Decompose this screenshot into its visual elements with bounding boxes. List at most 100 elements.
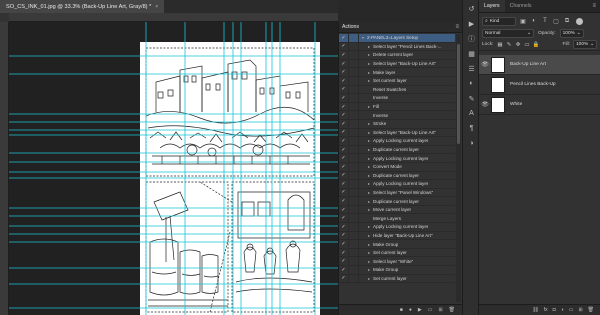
checkmark-icon[interactable]: ✓ xyxy=(339,112,348,118)
action-step-row[interactable]: ✓ ▸ Make layer xyxy=(339,68,455,77)
action-step-row[interactable]: ✓ ▸ Select layer "Panel Windows" xyxy=(339,188,455,198)
expand-icon[interactable]: ▸ xyxy=(365,242,373,247)
character-icon[interactable]: A xyxy=(464,107,479,120)
expand-icon[interactable]: ▸ xyxy=(365,276,373,281)
checkmark-icon[interactable]: ✓ xyxy=(339,198,348,204)
eye-icon[interactable]: 👁 xyxy=(479,61,491,68)
expand-icon[interactable]: ▸ xyxy=(365,147,373,152)
action-step-row[interactable]: ✓ Inverse xyxy=(339,111,455,120)
link-layers-icon[interactable]: ⛓ xyxy=(532,307,538,313)
info-icon[interactable]: ⓘ xyxy=(464,32,479,45)
lock-all-icon[interactable]: 🔒 xyxy=(532,41,540,48)
expand-icon[interactable]: ▸ xyxy=(365,207,373,212)
delete-icon[interactable]: 🗑 xyxy=(449,307,455,313)
expand-icon[interactable]: ▸ xyxy=(365,224,373,229)
expand-icon[interactable]: ▸ xyxy=(365,233,373,238)
checkmark-icon[interactable]: ✓ xyxy=(339,86,348,92)
dialog-toggle[interactable] xyxy=(348,248,359,257)
expand-icon[interactable]: ▸ xyxy=(365,199,373,204)
action-step-row[interactable]: ✓ ▸ Select layer "Back-Up Line Art" xyxy=(339,128,455,138)
action-step-row[interactable]: ✓ ▸ Duplicate current layer xyxy=(339,145,455,155)
checkmark-icon[interactable]: ✓ xyxy=(339,121,348,127)
delete-layer-icon[interactable]: 🗑 xyxy=(588,307,594,313)
action-step-row[interactable]: ✓ ▸ Delete current layer xyxy=(339,50,455,60)
layer-name[interactable]: Pencil Lines Back-Up xyxy=(510,82,556,87)
dialog-toggle[interactable] xyxy=(348,179,359,188)
action-step-row[interactable]: ✓ ▸ Make Group xyxy=(339,265,455,275)
actions-scrollbar-thumb[interactable] xyxy=(457,44,460,144)
action-step-row[interactable]: ✓ ▸ Fill xyxy=(339,102,455,112)
record-icon[interactable]: ● xyxy=(409,307,412,313)
lock-paint-icon[interactable]: ✎ xyxy=(505,41,512,48)
checkmark-icon[interactable]: ✓ xyxy=(339,215,348,221)
dialog-toggle[interactable] xyxy=(348,42,359,51)
expand-icon[interactable]: ▸ xyxy=(365,44,373,49)
checkmark-icon[interactable]: ✓ xyxy=(339,104,348,110)
checkmark-icon[interactable]: ✓ xyxy=(339,43,348,49)
fill-field[interactable]: 100% ⌄ xyxy=(573,40,597,49)
dialog-toggle[interactable] xyxy=(348,33,359,42)
shape-filter-icon[interactable]: ▢ xyxy=(551,17,561,26)
action-step-row[interactable]: ✓ ▸ Select layer "White" xyxy=(339,257,455,267)
new-layer-icon[interactable]: ⊞ xyxy=(578,307,582,313)
paragraph-icon[interactable]: ¶ xyxy=(464,122,479,135)
expand-icon[interactable]: ▸ xyxy=(365,190,373,195)
expand-icon[interactable]: ▸ xyxy=(365,121,373,126)
checkmark-icon[interactable]: ✓ xyxy=(339,155,348,161)
dialog-toggle[interactable] xyxy=(348,111,359,120)
expand-icon[interactable]: ▸ xyxy=(365,181,373,186)
checkmark-icon[interactable]: ✓ xyxy=(339,35,348,41)
adjustments-icon[interactable]: ◑ xyxy=(464,137,479,150)
action-step-row[interactable]: ✓ ▸ Select layer "Pencil Lines Back-... xyxy=(339,42,455,52)
layer-row[interactable]: 👁 Pencil Lines Back-Up xyxy=(479,75,600,95)
action-step-row[interactable]: ✓ ▸ Hide layer "Back-Up Line Art" xyxy=(339,231,455,241)
checkmark-icon[interactable]: ✓ xyxy=(339,275,348,281)
dialog-toggle[interactable] xyxy=(348,136,359,145)
expand-icon[interactable]: ▸ xyxy=(365,156,373,161)
checkmark-icon[interactable]: ✓ xyxy=(339,52,348,58)
action-step-row[interactable]: ✓ ▸ Apply Locking current layer xyxy=(339,136,455,146)
smart-object-filter-icon[interactable]: ⧉ xyxy=(562,17,572,26)
action-step-row[interactable]: ✓ ▸ Set current layer xyxy=(339,76,455,86)
dialog-toggle[interactable] xyxy=(348,128,359,137)
document-tab[interactable]: SO_CS_INK_01.jpg @ 33.3% (Back-Up Line A… xyxy=(0,0,165,13)
action-step-row[interactable]: ✓ ▸ Make Group xyxy=(339,240,455,249)
checkmark-icon[interactable]: ✓ xyxy=(339,61,348,67)
filter-toggle[interactable] xyxy=(576,17,583,25)
mask-icon[interactable]: ◘ xyxy=(553,307,556,313)
action-step-row[interactable]: ✓ ▸ Set current layer xyxy=(339,274,455,284)
checkmark-icon[interactable]: ✓ xyxy=(339,258,348,264)
blend-mode-select[interactable]: Normal ⌄ xyxy=(482,28,534,38)
new-group-icon[interactable]: ▭ xyxy=(569,307,574,313)
new-action-icon[interactable]: ⊞ xyxy=(438,307,442,313)
dialog-toggle[interactable] xyxy=(348,59,359,68)
panel-menu-icon[interactable]: ≡ xyxy=(455,24,459,30)
checkmark-icon[interactable]: ✓ xyxy=(339,129,348,135)
expand-icon[interactable]: ▸ xyxy=(365,61,373,66)
action-step-row[interactable]: ✓ ▸ Set current layer xyxy=(339,248,455,258)
layer-row[interactable]: 👁 Back-Up Line Art xyxy=(479,55,600,75)
dialog-toggle[interactable] xyxy=(348,102,359,111)
layer-name[interactable]: Back-Up Line Art xyxy=(510,62,546,67)
color-icon[interactable]: ◐ xyxy=(464,77,479,90)
dialog-toggle[interactable] xyxy=(348,197,359,206)
tab-channels[interactable]: Channels xyxy=(505,0,537,12)
expand-icon[interactable]: ▸ xyxy=(365,52,373,57)
adjustment-layer-icon[interactable]: ◑ xyxy=(561,307,564,313)
horizontal-ruler[interactable] xyxy=(9,13,338,22)
action-step-row[interactable]: ✓ ▸ Apply Locking current layer xyxy=(339,179,455,189)
action-step-row[interactable]: ✓ ▸ Apply Locking current layer xyxy=(339,154,455,163)
dialog-toggle[interactable] xyxy=(348,257,359,266)
opacity-field[interactable]: 100% ⌄ xyxy=(559,28,584,38)
pixel-filter-icon[interactable]: ▣ xyxy=(518,17,528,26)
dialog-toggle[interactable] xyxy=(348,93,359,102)
checkmark-icon[interactable]: ✓ xyxy=(339,232,348,238)
swatches-icon[interactable]: ▦ xyxy=(464,47,479,60)
dialog-toggle[interactable] xyxy=(348,76,359,85)
dialog-toggle[interactable] xyxy=(348,214,359,223)
checkmark-icon[interactable]: ✓ xyxy=(339,241,348,247)
dialog-toggle[interactable] xyxy=(348,205,359,214)
stop-icon[interactable]: ■ xyxy=(400,307,403,313)
lock-move-icon[interactable]: ✥ xyxy=(514,41,521,48)
dialog-toggle[interactable] xyxy=(348,162,359,171)
